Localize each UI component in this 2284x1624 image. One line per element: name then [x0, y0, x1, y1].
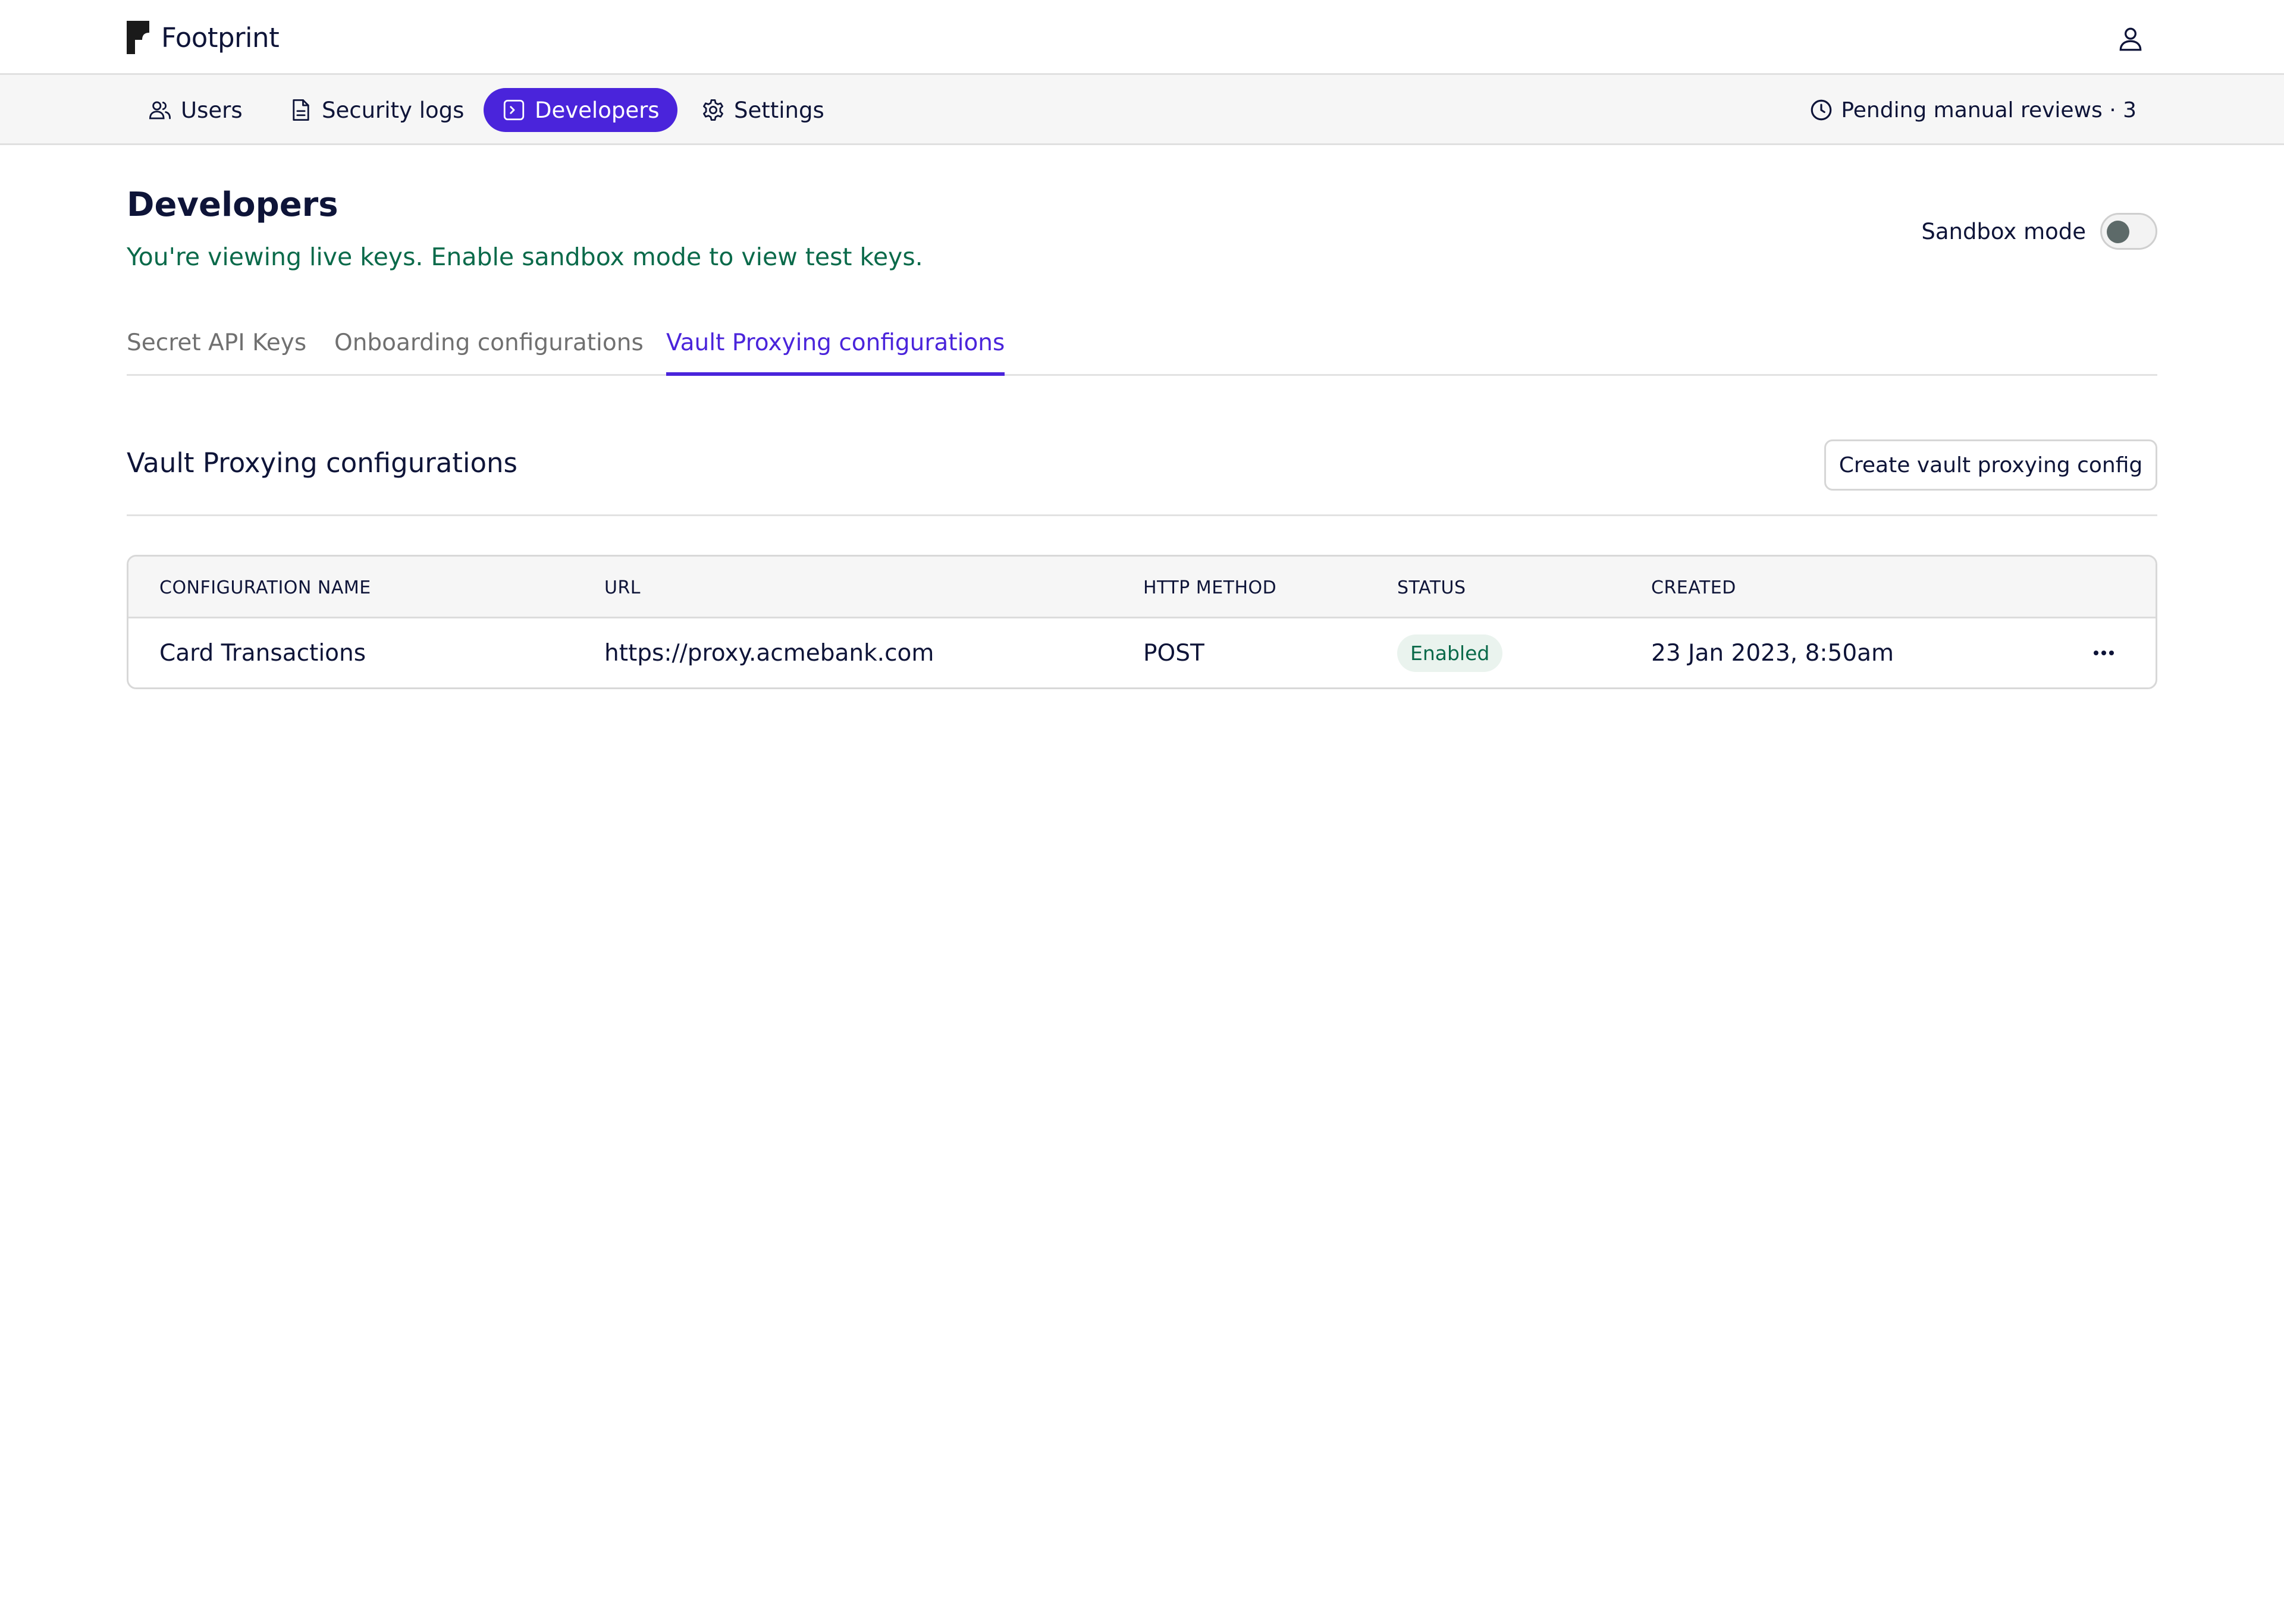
pending-reviews-label: Pending manual reviews · 3	[1841, 98, 2136, 122]
config-created-cell: 23 Jan 2023, 8:50am	[1651, 639, 1894, 667]
top-header: Footprint	[0, 0, 2284, 75]
nav-item-label: Developers	[535, 97, 660, 123]
sandbox-mode-control: Sandbox mode	[1921, 212, 2157, 251]
table-row[interactable]: Card Transactions https://proxy.acmebank…	[128, 618, 2156, 687]
nav-item-label: Settings	[734, 97, 824, 123]
footprint-logo-icon	[127, 21, 149, 54]
brand-logo[interactable]: Footprint	[127, 19, 280, 56]
vault-proxying-configs-table: CONFIGURATION NAME URL HTTP METHOD STATU…	[127, 555, 2157, 689]
create-vault-proxying-config-button[interactable]: Create vault proxying config	[1824, 439, 2157, 491]
config-name-cell: Card Transactions	[159, 639, 366, 667]
brand-name: Footprint	[161, 21, 280, 54]
nav-item-label: Security logs	[322, 97, 465, 123]
nav-item-settings[interactable]: Settings	[683, 88, 842, 132]
status-badge: Enabled	[1397, 634, 1503, 672]
more-horizontal-icon	[2094, 651, 2114, 655]
config-method-cell: POST	[1143, 639, 1204, 667]
table-header: CONFIGURATION NAME URL HTTP METHOD STATU…	[128, 557, 2156, 618]
page-title: Developers	[127, 186, 338, 224]
user-icon	[2119, 27, 2142, 51]
toggle-knob	[2107, 221, 2129, 243]
column-header-url: URL	[604, 577, 641, 598]
column-header-status: STATUS	[1397, 577, 1466, 598]
column-header-created: CREATED	[1651, 577, 1736, 598]
column-header-http-method: HTTP METHOD	[1143, 577, 1277, 598]
nav-item-security-logs[interactable]: Security logs	[271, 88, 482, 132]
nav-item-developers[interactable]: Developers	[484, 88, 677, 132]
config-status-cell: Enabled	[1397, 618, 1503, 687]
row-actions-button[interactable]	[2087, 636, 2121, 670]
sandbox-mode-label: Sandbox mode	[1921, 218, 2086, 244]
nav-item-label: Users	[181, 97, 243, 123]
sandbox-mode-toggle[interactable]	[2100, 213, 2157, 250]
tab-secret-api-keys[interactable]: Secret API Keys	[127, 326, 306, 376]
file-text-icon	[293, 99, 309, 121]
users-icon	[149, 101, 171, 120]
tab-vault-proxying-configurations[interactable]: Vault Proxying configurations	[666, 326, 1005, 376]
column-header-configuration-name: CONFIGURATION NAME	[159, 577, 371, 598]
gear-icon	[703, 99, 723, 121]
main-nav: Users Security logs Developers Settings …	[0, 75, 2284, 145]
terminal-icon	[503, 99, 525, 121]
section-divider	[127, 514, 2157, 516]
clock-icon	[1811, 99, 1832, 121]
config-url-cell: https://proxy.acmebank.com	[604, 639, 934, 667]
user-account-button[interactable]	[2114, 23, 2147, 55]
nav-item-users[interactable]: Users	[130, 88, 261, 132]
page-subtitle: You're viewing live keys. Enable sandbox…	[127, 243, 923, 271]
developer-tabs: Secret API Keys Onboarding configuration…	[127, 326, 2157, 376]
section-title: Vault Proxying configurations	[127, 447, 517, 479]
pending-reviews-link[interactable]: Pending manual reviews · 3	[1809, 88, 2136, 132]
tab-onboarding-configurations[interactable]: Onboarding configurations	[334, 326, 644, 376]
